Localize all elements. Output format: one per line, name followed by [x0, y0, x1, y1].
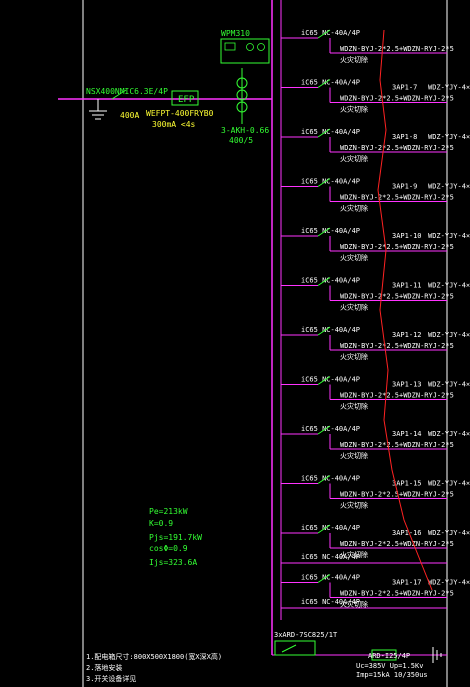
ct-ratio-label: 400/5 [229, 136, 253, 145]
branch-7-right-cable: WDZ-YJY-4× [428, 331, 470, 339]
branch-1-breaker: iC65 NC-40A/4P [301, 29, 360, 37]
spd-uc-label: Uc=385V Up=1.5Kv [356, 662, 423, 670]
branch-2-panel: 3AP1-7 [392, 84, 417, 92]
calc-cos: cosΦ=0.9 [149, 544, 188, 553]
branch-2-right-cable: WDZ-YJY-4× [428, 84, 470, 92]
note-3: 3.开关设备详见 [86, 674, 136, 683]
branch-9-right-cable: WDZ-YJY-4× [428, 430, 470, 438]
branch-8-cable: WDZN-BYJ-2*2.5+WDZN-RYJ-2*5 [340, 392, 454, 400]
branch-2-note: 火灾切除 [340, 105, 368, 114]
branch-3-cable: WDZN-BYJ-2*2.5+WDZN-RYJ-2*5 [340, 144, 454, 152]
branch-10-note: 火灾切除 [340, 501, 368, 510]
branch-8-right-cable: WDZ-YJY-4× [428, 381, 470, 389]
incoming-meter-label: WEFPT-400FRYB0 [146, 109, 214, 118]
branch-4-breaker: iC65 NC-40A/4P [301, 178, 360, 186]
branch-3-note: 火灾切除 [340, 154, 368, 163]
ct-model-label: 3-AKH-0.66 [221, 126, 269, 135]
branch-11-panel: 3AP1-16 [392, 529, 422, 537]
branch-7-panel: 3AP1-12 [392, 331, 422, 339]
branch-7-cable: WDZN-BYJ-2*2.5+WDZN-RYJ-2*5 [340, 342, 454, 350]
branch-7-breaker: iC65 NC-40A/4P [301, 326, 360, 334]
spd-breaker-label: 3xARD-7SC825/1T [274, 631, 338, 639]
branch-4-panel: 3AP1-9 [392, 183, 417, 191]
single-line-diagram: NSX400NMIC6.3E/4P 400A WEFPT-400FRYB0 30… [0, 0, 470, 687]
branch-12-right-cable: WDZ-YJY-4× [428, 579, 470, 587]
branch-12-panel: 3AP1-17 [392, 579, 422, 587]
spare-branch-1-breaker: iC65 NC-40A/4P [301, 553, 360, 561]
branch-9-note: 火灾切除 [340, 451, 368, 460]
branch-3-breaker: iC65 NC-40A/4P [301, 128, 360, 136]
branch-12-cable: WDZN-BYJ-2*2.5+WDZN-RYJ-2*5 [340, 590, 454, 598]
note-2: 2.落地安装 [86, 663, 122, 672]
branch-9-cable: WDZN-BYJ-2*2.5+WDZN-RYJ-2*5 [340, 441, 454, 449]
calc-k: K=0.9 [149, 519, 173, 528]
branch-8-breaker: iC65 NC-40A/4P [301, 376, 360, 384]
branch-2-breaker: iC65 NC-40A/4P [301, 79, 360, 87]
spare-branch-2-breaker: iC65 NC-40A/4P [301, 598, 360, 606]
efp-label: EFP [178, 95, 195, 105]
branch-6-right-cable: WDZ-YJY-4× [428, 282, 470, 290]
branch-3-right-cable: WDZ-YJY-4× [428, 133, 470, 141]
branch-12-breaker: iC65 NC-40A/4P [301, 574, 360, 582]
branch-7-note: 火灾切除 [340, 352, 368, 361]
branch-9-breaker: iC65 NC-40A/4P [301, 425, 360, 433]
branch-6-cable: WDZN-BYJ-2*2.5+WDZN-RYJ-2*5 [340, 293, 454, 301]
branch-11-right-cable: WDZ-YJY-4× [428, 529, 470, 537]
branch-3-panel: 3AP1-8 [392, 133, 417, 141]
branch-5-note: 火灾切除 [340, 253, 368, 262]
branch-1-note: 火灾切除 [340, 55, 368, 64]
branch-8-note: 火灾切除 [340, 402, 368, 411]
branch-10-panel: 3AP1-15 [392, 480, 422, 488]
branch-5-panel: 3AP1-10 [392, 232, 422, 240]
calc-pjs: Pjs=191.7kW [149, 533, 202, 542]
spd-device-label: ARD-I25/4P [368, 652, 410, 660]
branch-11-cable: WDZN-BYJ-2*2.5+WDZN-RYJ-2*5 [340, 540, 454, 548]
incoming-breaker-label: NSX400NMIC6.3E/4P [86, 87, 168, 96]
branch-6-note: 火灾切除 [340, 303, 368, 312]
incoming-rcd-label: 300mA <4s [152, 120, 196, 129]
branch-5-cable: WDZN-BYJ-2*2.5+WDZN-RYJ-2*5 [340, 243, 454, 251]
branch-10-breaker: iC65 NC-40A/4P [301, 475, 360, 483]
calc-pe: Pe=213kW [149, 507, 188, 516]
branch-5-breaker: iC65 NC-40A/4P [301, 227, 360, 235]
branch-4-note: 火灾切除 [340, 204, 368, 213]
branch-8-panel: 3AP1-13 [392, 381, 422, 389]
branch-10-right-cable: WDZ-YJY-4× [428, 480, 470, 488]
spd-imp-label: Imp=15kA 10/350us [356, 671, 428, 679]
incoming-current-label: 400A [120, 111, 139, 120]
branch-4-right-cable: WDZ-YJY-4× [428, 183, 470, 191]
branch-11-breaker: iC65 NC-40A/4P [301, 524, 360, 532]
branch-4-cable: WDZN-BYJ-2*2.5+WDZN-RYJ-2*5 [340, 194, 454, 202]
branch-6-breaker: iC65 NC-40A/4P [301, 277, 360, 285]
calc-ijs: Ijs=323.6A [149, 558, 197, 567]
branch-5-right-cable: WDZ-YJY-4× [428, 232, 470, 240]
note-1: 1.配电箱尺寸:800X500X1800(宽X深X高) [86, 652, 222, 661]
branch-1-cable: WDZN-BYJ-2*2.5+WDZN-RYJ-2*5 [340, 45, 454, 53]
wpm-title: WPM310 [221, 29, 250, 38]
branch-9-panel: 3AP1-14 [392, 430, 422, 438]
branch-2-cable: WDZN-BYJ-2*2.5+WDZN-RYJ-2*5 [340, 95, 454, 103]
branch-6-panel: 3AP1-11 [392, 282, 422, 290]
